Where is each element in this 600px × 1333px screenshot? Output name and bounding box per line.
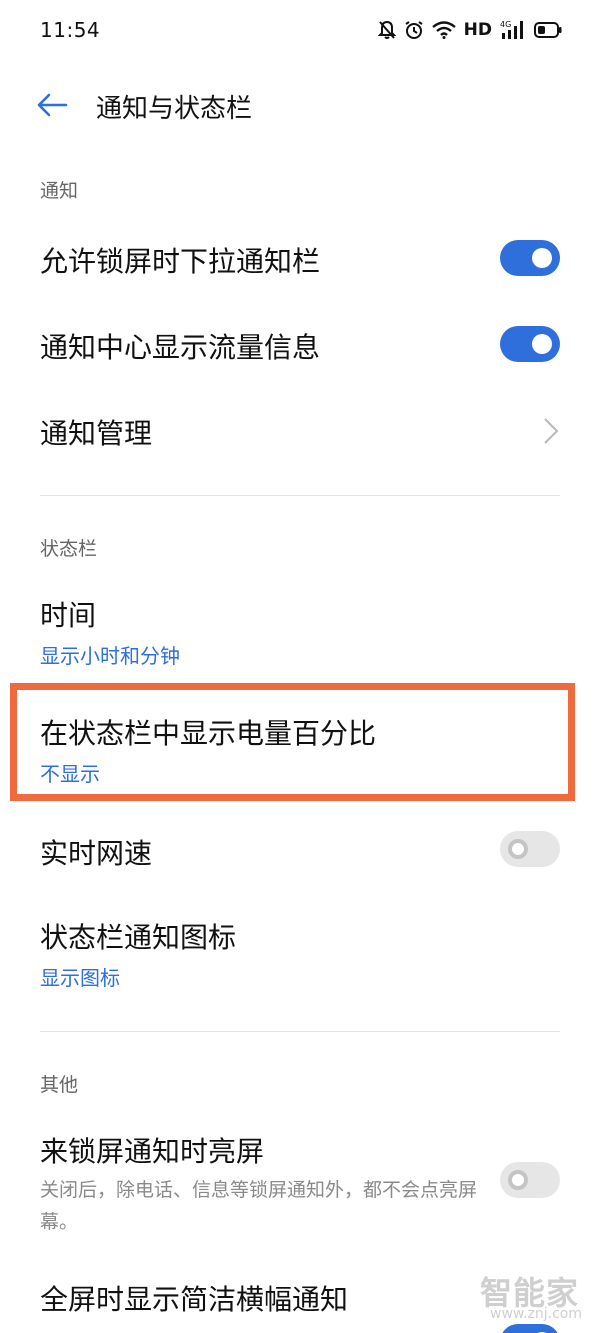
row-title: 允许锁屏时下拉通知栏 [40, 245, 321, 278]
settings-page: 11:54 HD 4G 通知与状态栏 通知 允许锁屏时下拉通知栏 通知中心显示流… [0, 0, 600, 1333]
highlight-box [10, 683, 575, 801]
svg-text:4G: 4G [500, 20, 511, 29]
row-title: 通知管理 [40, 417, 153, 450]
status-icons: HD 4G [377, 17, 562, 43]
battery-icon [534, 22, 562, 38]
row-title: 实时网速 [40, 837, 153, 870]
divider [40, 1031, 560, 1032]
row-lockscreen-pulldown[interactable]: 允许锁屏时下拉通知栏 [0, 222, 600, 298]
toggle-realtime-speed[interactable] [500, 831, 560, 867]
row-description: 关闭后，除电话、信息等锁屏通知外，都不会点亮屏幕。 [40, 1179, 478, 1233]
section-label-notifications: 通知 [40, 180, 79, 202]
alarm-icon [405, 21, 423, 39]
toggle-lockscreen-pulldown[interactable] [500, 240, 560, 276]
watermark-url: www.znj.com [490, 1306, 582, 1322]
divider [40, 495, 560, 496]
toggle-traffic-info[interactable] [500, 326, 560, 362]
row-notification-management[interactable]: 通知管理 [0, 394, 600, 470]
section-label-other: 其他 [40, 1074, 79, 1096]
page-title: 通知与状态栏 [96, 94, 253, 124]
row-subtitle: 显示图标 [40, 966, 120, 990]
arrow-left-icon[interactable] [36, 90, 68, 120]
toggle-wake-on-notification[interactable] [500, 1162, 560, 1198]
bell-off-icon [377, 20, 396, 39]
row-status-icons[interactable]: 状态栏通知图标 显示图标 [0, 906, 600, 1002]
section-label-status-bar: 状态栏 [40, 538, 98, 560]
row-traffic-info[interactable]: 通知中心显示流量信息 [0, 308, 600, 384]
app-header: 通知与状态栏 [0, 70, 600, 140]
row-time[interactable]: 时间 显示小时和分钟 [0, 584, 600, 680]
watermark: 智能家 www.znj.com [480, 1268, 590, 1328]
row-title: 通知中心显示流量信息 [40, 331, 321, 364]
row-realtime-speed[interactable]: 实时网速 [0, 812, 600, 888]
row-title: 时间 [40, 599, 97, 632]
row-wake-on-notification[interactable]: 来锁屏通知时亮屏 关闭后，除电话、信息等锁屏通知外，都不会点亮屏幕。 [0, 1118, 600, 1242]
row-title: 状态栏通知图标 [40, 921, 237, 954]
hd-indicator: HD [463, 20, 492, 40]
status-bar: 11:54 HD 4G [0, 0, 600, 60]
status-time: 11:54 [40, 18, 101, 42]
row-title: 全屏时显示简洁横幅通知 [40, 1283, 349, 1316]
wifi-icon [431, 21, 456, 39]
chevron-right-icon [544, 418, 559, 444]
row-subtitle: 显示小时和分钟 [40, 644, 180, 668]
signal-icon: 4G [500, 20, 523, 39]
row-title: 来锁屏通知时亮屏 [40, 1135, 265, 1168]
